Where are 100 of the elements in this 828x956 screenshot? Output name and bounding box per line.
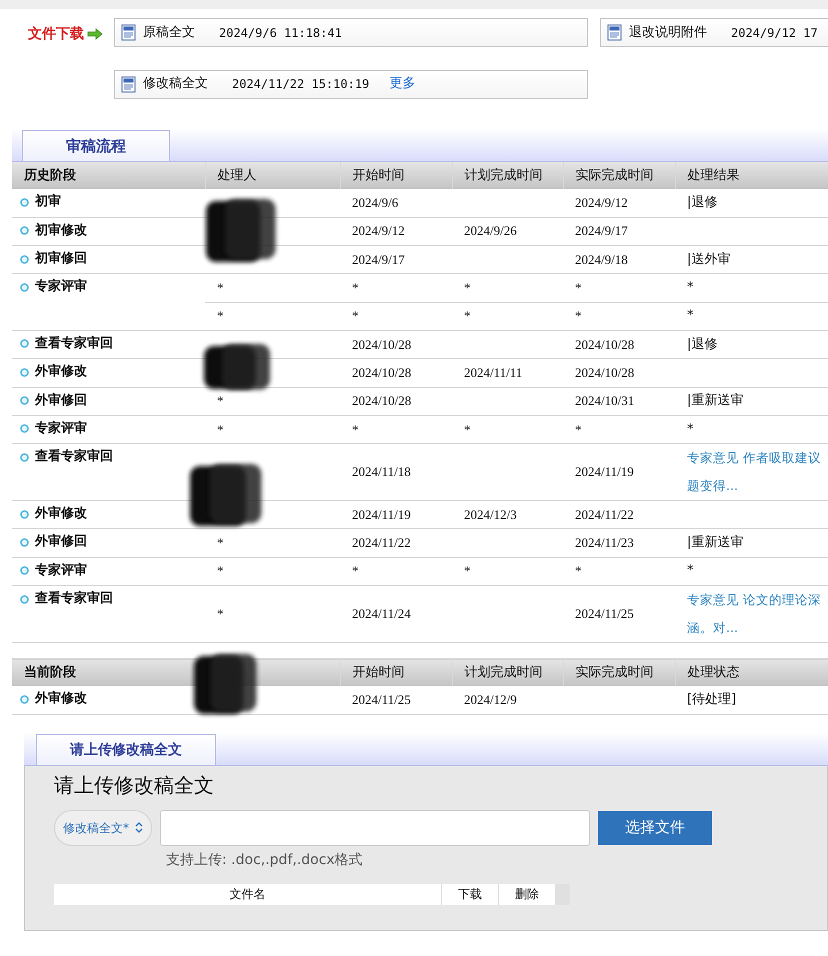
stage-name: 外审修改 xyxy=(35,364,87,380)
table-cell: * xyxy=(464,563,470,578)
column-header: 计划完成时间 xyxy=(452,658,563,686)
table-cell: * xyxy=(575,422,582,437)
bullet-icon xyxy=(20,538,29,547)
stage-name: 外审修回 xyxy=(35,392,87,409)
table-cell: 2024/10/28 xyxy=(352,336,412,352)
table-cell: * xyxy=(687,280,694,296)
column-header: 开始时间 xyxy=(340,162,452,189)
stage-name: 专家评审 xyxy=(35,420,87,437)
table-cell: 2024/10/28 xyxy=(352,393,412,408)
table-cell: 2024/11/19 xyxy=(575,464,634,480)
table-cell: 2024/10/28 xyxy=(352,364,412,380)
table-cell: 2024/9/18 xyxy=(575,252,628,267)
table-cell: * xyxy=(575,308,582,324)
column-header: 文件名 xyxy=(54,884,441,905)
column-header: 处理结果 xyxy=(675,162,828,189)
table-cell: 2024/9/17 xyxy=(575,223,628,238)
table-cell: 2024/9/26 xyxy=(464,223,517,238)
document-icon xyxy=(121,24,137,41)
table-cell: * xyxy=(352,422,358,437)
expert-opinion-link[interactable]: 专家意见 论文的理论深 涵。对... xyxy=(687,586,828,642)
table-cell: * xyxy=(687,308,694,324)
file-timestamp: 2024/9/12 17 xyxy=(731,24,818,40)
column-header: 删除 xyxy=(499,884,555,905)
bullet-icon xyxy=(20,396,29,406)
table-cell: 2024/11/24 xyxy=(352,606,411,622)
expert-opinion-link[interactable]: 专家意见 作者吸取建议 题变得... xyxy=(687,444,828,500)
table-cell: 2024/11/25 xyxy=(352,692,411,707)
stage-name: 查看专家审回 xyxy=(35,591,113,608)
file-download-item[interactable]: 退改说明附件 2024/9/12 17 xyxy=(600,18,828,47)
file-name: 退改说明附件 xyxy=(629,24,707,40)
bullet-icon xyxy=(20,694,29,704)
file-timestamp: 2024/9/6 11:18:41 xyxy=(219,24,342,40)
document-icon xyxy=(121,76,137,92)
table-cell: * xyxy=(217,422,224,437)
file-type-select[interactable]: 修改稿全文* xyxy=(54,810,152,846)
column-header: 开始时间 xyxy=(340,658,452,686)
table-cell: * xyxy=(352,563,358,578)
column-header: 处理状态 xyxy=(675,658,828,686)
bullet-icon xyxy=(20,226,29,236)
table-cell: * xyxy=(464,422,470,437)
stage-name: 初审修改 xyxy=(35,222,87,239)
table-cell: 2024/11/23 xyxy=(575,535,634,550)
table-cell: * xyxy=(217,535,224,550)
table-cell: 2024/11/25 xyxy=(575,606,634,622)
column-header: 实际完成时间 xyxy=(563,162,675,189)
table-cell: |退修 xyxy=(687,336,718,352)
table-cell: 2024/11/22 xyxy=(352,535,411,550)
stage-name: 查看专家审回 xyxy=(35,336,113,352)
choose-file-button[interactable]: 选择文件 xyxy=(598,810,712,845)
table-cell: * xyxy=(352,280,358,296)
file-name: 原稿全文 xyxy=(143,24,195,40)
bullet-icon xyxy=(20,510,29,519)
table-cell: 2024/10/28 xyxy=(575,364,634,380)
upload-hint: 支持上传: .doc,.pdf,.docx格式 xyxy=(166,852,364,868)
column-header: 计划完成时间 xyxy=(452,162,563,189)
file-download-item[interactable]: 原稿全文 2024/9/6 11:18:41 xyxy=(114,18,588,47)
table-cell: * xyxy=(464,308,470,324)
stage-name: 专家评审 xyxy=(35,279,87,296)
table-cell: 2024/9/12 xyxy=(352,223,405,238)
table-cell: 2024/11/11 xyxy=(464,364,522,380)
table-cell: |重新送审 xyxy=(687,535,744,550)
bullet-icon xyxy=(20,566,29,576)
stage-name: 外审修改 xyxy=(35,506,87,522)
bullet-icon xyxy=(20,368,29,377)
upload-tab[interactable]: 请上传修改稿全文 xyxy=(36,734,216,765)
table-cell: 2024/9/17 xyxy=(352,252,405,267)
table-cell: |送外审 xyxy=(687,252,730,267)
stage-name: 初审修回 xyxy=(35,251,87,268)
table-cell: |重新送审 xyxy=(687,393,744,408)
table-cell: * xyxy=(687,563,694,578)
more-link[interactable]: 更多 xyxy=(389,76,416,92)
stage-name: 外审修回 xyxy=(35,534,87,550)
table-cell: * xyxy=(217,563,224,578)
table-cell: [待处理] xyxy=(687,692,736,707)
table-cell: 2024/11/19 xyxy=(352,506,411,522)
file-path-field[interactable] xyxy=(160,810,590,846)
table-cell: 2024/9/6 xyxy=(352,194,398,210)
file-name: 修改稿全文 xyxy=(143,76,208,92)
table-cell: * xyxy=(352,308,358,324)
bullet-icon xyxy=(20,254,29,264)
table-cell: * xyxy=(217,308,224,324)
review-process-tab[interactable]: 审稿流程 xyxy=(22,130,170,161)
arrow-icon xyxy=(87,28,103,40)
document-icon xyxy=(607,24,623,41)
stage-name: 专家评审 xyxy=(35,562,87,579)
bullet-icon xyxy=(20,594,29,604)
table-cell: * xyxy=(217,606,224,622)
bullet-icon xyxy=(20,339,29,348)
downloads-label: 文件下载 xyxy=(28,26,84,42)
column-header: 处理人 xyxy=(205,162,340,189)
table-cell: 2024/10/28 xyxy=(575,336,634,352)
chevron-icon xyxy=(135,822,143,834)
table-cell: * xyxy=(217,393,224,408)
bullet-icon xyxy=(20,282,29,292)
stage-name: 外审修改 xyxy=(35,691,87,708)
table-cell: |退修 xyxy=(687,194,718,210)
file-download-item[interactable]: 修改稿全文 2024/11/22 15:10:19 更多 xyxy=(114,70,588,98)
table-cell: * xyxy=(217,280,224,296)
